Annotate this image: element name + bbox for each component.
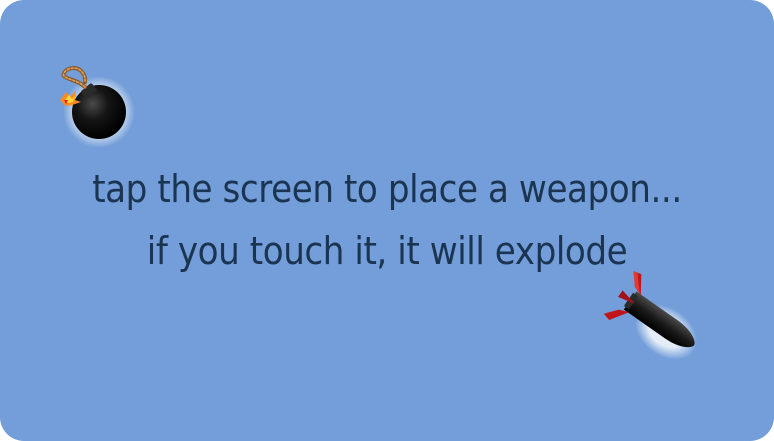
game-screen[interactable]: tap the screen to place a weapon... if y…: [0, 0, 774, 441]
instruction-line-1: tap the screen to place a weapon...: [92, 167, 682, 211]
instructions: tap the screen to place a weapon... if y…: [0, 158, 774, 282]
missile-icon: [603, 271, 698, 360]
bomb-icon: [60, 65, 135, 148]
instruction-line-2: if you touch it, it will explode: [146, 229, 628, 273]
